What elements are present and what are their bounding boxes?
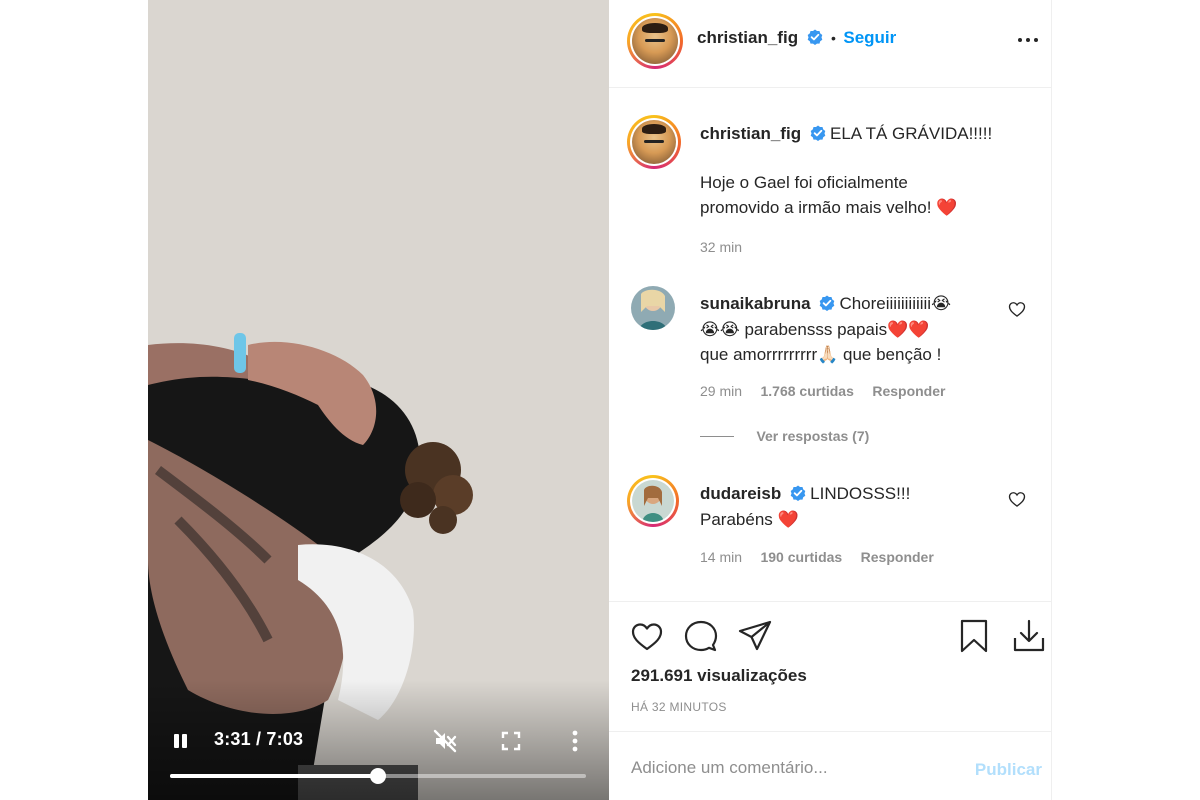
post-timestamp: HÁ 32 MINUTOS bbox=[631, 700, 727, 714]
fullscreen-icon[interactable] bbox=[498, 728, 524, 754]
comment-text-line-2: 😭😭 parabensss papais❤️❤️ bbox=[700, 320, 930, 339]
view-replies-label: Ver respostas (7) bbox=[756, 428, 870, 444]
action-bar: 291.691 visualizações HÁ 32 MINUTOS bbox=[609, 601, 1052, 731]
video-progress-handle[interactable] bbox=[369, 768, 386, 784]
follow-separator: • bbox=[831, 30, 836, 46]
pause-button[interactable] bbox=[172, 732, 190, 750]
comment-avatar[interactable] bbox=[631, 286, 675, 330]
video-progress-fill bbox=[170, 774, 378, 778]
publish-button[interactable]: Publicar bbox=[975, 760, 1042, 780]
caption-avatar[interactable] bbox=[627, 115, 681, 169]
comment-input[interactable] bbox=[631, 758, 951, 778]
pause-icon-bar-left bbox=[174, 734, 179, 748]
verified-badge-icon bbox=[819, 295, 835, 311]
post-panel: christian_fig • Seguir christian_fig ELA… bbox=[609, 0, 1052, 800]
caption-line-2: promovido a irmão mais velho! bbox=[700, 198, 932, 217]
comment-like-heart-icon[interactable] bbox=[1007, 489, 1027, 509]
heart-emoji: ❤️ bbox=[935, 198, 958, 217]
more-options-icon[interactable] bbox=[562, 728, 588, 754]
comment-time: 29 min bbox=[700, 383, 743, 399]
post-header: christian_fig • Seguir bbox=[609, 0, 1052, 88]
save-bookmark-icon[interactable] bbox=[956, 618, 992, 654]
caption-line-1: Hoje o Gael foi oficialmente bbox=[700, 173, 908, 192]
comment-1: sunaikabruna Choreiiiiiiiiiiii😭 😭😭 parab… bbox=[700, 291, 990, 367]
comment-username[interactable]: dudareisb bbox=[700, 484, 781, 503]
comment-text-line-3: que amorrrrrrrrr🙏🏻 que benção ! bbox=[700, 345, 942, 364]
comment-text-line-2: Parabéns ❤️ bbox=[700, 510, 799, 529]
video-progress-bar[interactable] bbox=[170, 768, 586, 784]
mute-icon[interactable] bbox=[432, 728, 458, 754]
comment-username[interactable]: sunaikabruna bbox=[700, 294, 811, 313]
comment-likes[interactable]: 1.768 curtidas bbox=[760, 383, 853, 399]
comment-composer: Publicar bbox=[609, 731, 1052, 800]
reply-button[interactable]: Responder bbox=[872, 383, 945, 399]
caption-headline: ELA TÁ GRÁVIDA!!!!! bbox=[830, 124, 993, 143]
like-heart-icon[interactable] bbox=[629, 618, 665, 654]
caption-time: 32 min bbox=[700, 239, 743, 255]
comment-bubble-icon[interactable] bbox=[683, 618, 719, 654]
download-icon[interactable] bbox=[1011, 618, 1047, 654]
view-count[interactable]: 291.691 visualizações bbox=[631, 666, 807, 686]
reply-button[interactable]: Responder bbox=[861, 549, 934, 565]
comment-text-line-1: LINDOSSS!!! bbox=[810, 484, 911, 503]
comment-text-line-1: Choreiiiiiiiiiiii😭 bbox=[839, 294, 951, 313]
pause-icon-bar-right bbox=[182, 734, 187, 748]
replies-divider bbox=[700, 436, 734, 438]
author-username[interactable]: christian_fig bbox=[697, 28, 798, 47]
verified-badge-icon bbox=[790, 485, 806, 501]
post-options-icon[interactable] bbox=[1018, 28, 1042, 52]
caption-username[interactable]: christian_fig bbox=[700, 124, 801, 143]
caption: christian_fig ELA TÁ GRÁVIDA!!!!! bbox=[700, 121, 992, 146]
follow-button[interactable]: Seguir bbox=[843, 28, 896, 47]
share-send-icon[interactable] bbox=[737, 618, 773, 654]
comment-avatar[interactable] bbox=[627, 475, 679, 527]
video-time: 3:31 / 7:03 bbox=[214, 729, 304, 749]
comment-time: 14 min bbox=[700, 549, 743, 565]
author-avatar[interactable] bbox=[627, 13, 683, 69]
comment-2: dudareisb LINDOSSS!!! Parabéns ❤️ bbox=[700, 481, 990, 532]
verified-badge-icon bbox=[810, 125, 825, 141]
video-player[interactable]: 3:31 / 7:03 bbox=[148, 0, 609, 800]
view-replies-button[interactable]: Ver respostas (7) bbox=[700, 428, 869, 446]
comment-like-heart-icon[interactable] bbox=[1007, 299, 1027, 319]
verified-badge-icon bbox=[807, 29, 822, 45]
comment-likes[interactable]: 190 curtidas bbox=[760, 549, 842, 565]
